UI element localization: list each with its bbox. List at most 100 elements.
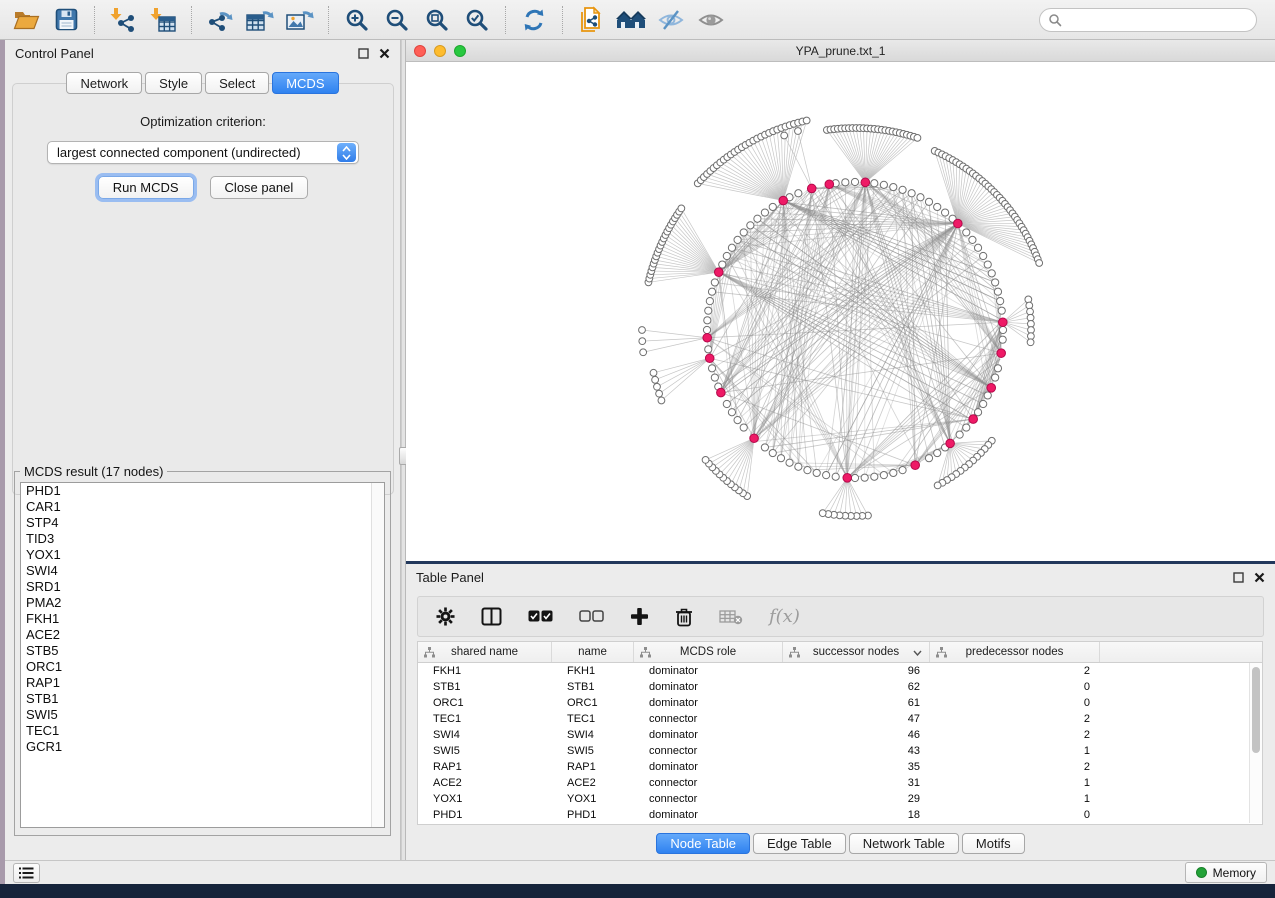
network-node[interactable] [639,338,646,345]
dominator-node[interactable] [807,184,816,193]
cell[interactable]: 0 [930,807,1100,823]
network-node[interactable] [980,400,987,407]
mcds-result-item[interactable]: FKH1 [21,611,384,627]
cell[interactable]: FKH1 [418,663,552,679]
network-node[interactable] [723,252,730,259]
cell[interactable]: 0 [930,679,1100,695]
network-node[interactable] [890,469,897,476]
cell[interactable]: 61 [783,695,930,711]
run-mcds-button[interactable]: Run MCDS [98,176,194,199]
mcds-result-item[interactable]: TEC1 [21,723,384,739]
close-panel-icon[interactable] [1254,572,1265,583]
network-node[interactable] [734,236,741,243]
dominator-node[interactable] [998,318,1007,327]
network-node[interactable] [914,134,921,141]
network-node[interactable] [1027,339,1034,346]
cell[interactable]: dominator [634,807,783,823]
network-node[interactable] [769,449,776,456]
table-row[interactable]: RAP1RAP1dominator352 [418,759,1262,775]
zoom-fit-button[interactable] [417,3,457,37]
network-node[interactable] [703,326,710,333]
network-node[interactable] [963,229,970,236]
tab-network[interactable]: Network [66,72,142,94]
import-table-button[interactable] [143,3,183,37]
table-row[interactable]: YOX1YOX1connector291 [418,791,1262,807]
network-node[interactable] [803,117,810,124]
network-node[interactable] [934,203,941,210]
network-node[interactable] [723,400,730,407]
network-node[interactable] [832,473,839,480]
column-header-shared-name[interactable]: shared name [418,642,552,662]
delete-column-trash-icon[interactable] [675,607,693,627]
tab-network-table[interactable]: Network Table [849,833,959,854]
network-node[interactable] [963,424,970,431]
network-node[interactable] [992,374,999,381]
network-node[interactable] [761,209,768,216]
network-node[interactable] [934,482,941,489]
table-row[interactable]: SWI4SWI4dominator462 [418,727,1262,743]
dominator-node[interactable] [843,473,852,482]
cell[interactable]: 43 [783,743,930,759]
cell[interactable]: RAP1 [418,759,552,775]
cell[interactable]: SWI4 [418,727,552,743]
cell[interactable]: ACE2 [418,775,552,791]
dominator-node[interactable] [750,434,759,443]
network-node[interactable] [652,376,659,383]
network-canvas[interactable] [406,62,1275,560]
network-node[interactable] [786,459,793,466]
cell[interactable]: 35 [783,759,930,775]
memory-button[interactable]: Memory [1185,862,1267,883]
table-row[interactable]: PHD1PHD1dominator180 [418,807,1262,823]
network-node[interactable] [956,431,963,438]
zoom-out-button[interactable] [377,3,417,37]
network-node[interactable] [654,383,661,390]
cell[interactable]: 96 [783,663,930,679]
export-network-button[interactable] [200,3,240,37]
dominator-node[interactable] [717,388,726,397]
network-node[interactable] [925,455,932,462]
dominator-node[interactable] [969,415,978,424]
mcds-result-item[interactable]: ORC1 [21,659,384,675]
hide-selected-button[interactable] [651,3,691,37]
column-header-name[interactable]: name [552,642,634,662]
network-titlebar[interactable]: YPA_prune.txt_1 [406,40,1275,62]
network-node[interactable] [974,244,981,251]
network-node[interactable] [984,261,991,268]
cell[interactable]: dominator [634,679,783,695]
cell[interactable]: RAP1 [552,759,634,775]
network-node[interactable] [795,463,802,470]
network-node[interactable] [728,244,735,251]
cell[interactable]: YOX1 [552,791,634,807]
open-session-button[interactable] [6,3,46,37]
cell[interactable]: 1 [930,775,1100,791]
cell[interactable]: 18 [783,807,930,823]
refresh-layout-button[interactable] [514,3,554,37]
network-node[interactable] [819,510,826,517]
cell[interactable]: 47 [783,711,930,727]
scrollbar-thumb[interactable] [1252,667,1260,753]
dominator-node[interactable] [911,461,920,470]
network-node[interactable] [994,365,1001,372]
cell[interactable]: 2 [930,727,1100,743]
network-node[interactable] [994,288,1001,295]
settings-gear-icon[interactable] [436,607,455,626]
network-node[interactable] [719,261,726,268]
network-node[interactable] [974,409,981,416]
network-node[interactable] [988,270,995,277]
mcds-result-item[interactable]: ACE2 [21,627,384,643]
network-node[interactable] [1036,260,1043,267]
network-node[interactable] [908,190,915,197]
tab-style[interactable]: Style [145,72,202,94]
show-all-button[interactable] [691,3,731,37]
table-row[interactable]: ORC1ORC1dominator610 [418,695,1262,711]
cell[interactable]: 2 [930,663,1100,679]
network-node[interactable] [851,474,858,481]
mcds-list-scrollbar[interactable] [371,483,384,827]
network-node[interactable] [705,346,712,353]
network-node[interactable] [781,132,788,139]
cell[interactable]: STB1 [418,679,552,695]
table-scrollbar[interactable] [1249,663,1262,823]
network-node[interactable] [899,186,906,193]
mcds-result-item[interactable]: SRD1 [21,579,384,595]
network-node[interactable] [708,288,715,295]
